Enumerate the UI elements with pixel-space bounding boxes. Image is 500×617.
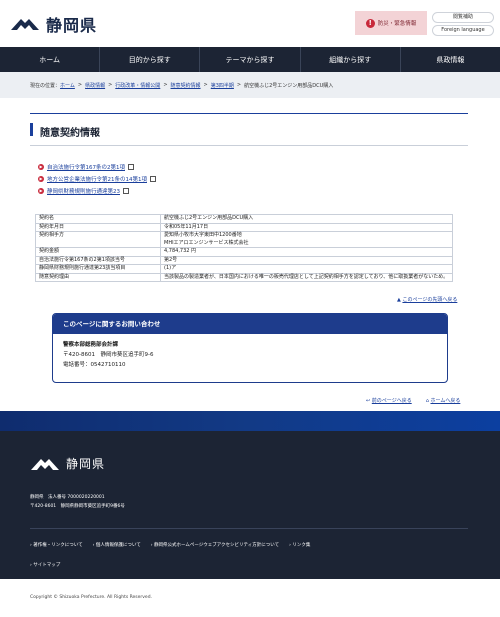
breadcrumb-link[interactable]: ホーム (60, 82, 75, 89)
contact-heading: このページに関するお問い合わせ (53, 314, 447, 334)
back-to-top-label: このページの先頭へ戻る (402, 297, 458, 303)
external-link-icon (150, 176, 156, 182)
table-row: 契約金額 4,784,732 円 (35, 247, 453, 257)
breadcrumb-link[interactable]: 随意契約情報 (171, 82, 201, 89)
accessibility-link[interactable]: 閲覧補助 (432, 12, 494, 23)
pdf-icon: ▶ (38, 164, 44, 170)
table-key: 契約相手方 (35, 231, 161, 248)
footer-link[interactable]: › 個人情報保護について (93, 542, 141, 548)
footer-address: 〒420-8601 静岡県静岡市葵区追手町9番6号 (30, 504, 125, 509)
table-key: 自治法施行令第167条の2第1項該当号 (35, 255, 161, 265)
mount-fuji-logo-icon (11, 19, 39, 30)
footer-link[interactable]: › サイトマップ (30, 563, 60, 568)
breadcrumb-link[interactable]: 第3四半期 (211, 82, 234, 89)
footer-link[interactable]: › 著作権・リンクについて (30, 542, 83, 548)
table-value: 令和05年11月17日 (160, 222, 453, 232)
return-icon: ↩ (366, 398, 371, 404)
external-link-icon (123, 188, 129, 194)
home-link[interactable]: ⌂ ホームへ戻る (426, 397, 461, 404)
table-key: 契約金額 (35, 247, 161, 257)
disaster-label: 防災・緊急情報 (377, 21, 417, 27)
foreign-language-link[interactable]: Foreign language (432, 25, 494, 36)
table-value: 当該製品の製造業者が、日本国内における唯一の販売代理店として上記契約相手方を認定… (160, 272, 453, 282)
footer-link[interactable]: › 静岡県公式ホームページウェブアクセシビリティ方針について (151, 542, 279, 548)
contact-address: 〒420-8601 静岡市葵区追手町9-6 (63, 352, 154, 358)
table-key: 静岡県財務規則施行通達第23該当項目 (35, 264, 161, 274)
breadcrumb-link[interactable]: 行政改革・情報公開 (115, 82, 160, 89)
prev-page-label: 前のページへ戻る (371, 398, 412, 404)
law-link[interactable]: ▶ 静岡県財務規則施行通達第23 (38, 187, 129, 195)
table-key: 契約名 (35, 214, 161, 224)
breadcrumb: 現在の位置： ホーム > 県政情報 > 行政改革・情報公開 > 随意契約情報 > 第3四… (0, 72, 500, 98)
table-row: 契約年月日 令和05年11月17日 (35, 222, 453, 232)
footer-logo: 静岡県 (30, 455, 105, 472)
footer-corp-number: 静岡県 法人番号 7000020220001 (30, 495, 105, 500)
contract-table: 契約名 航空機ふじ2号エンジン用部品DCU購入 契約年月日 令和05年11月17日 … (35, 214, 453, 282)
contact-department: 警察本部総務部会計課 (63, 342, 119, 348)
footer-site-name: 静岡県 (66, 457, 106, 471)
footer-links-row: › 著作権・リンクについて › 個人情報保護について › 静岡県公式ホームページ… (30, 542, 310, 548)
home-label: ホームへ戻る (430, 398, 461, 404)
nav-theme[interactable]: テーマから探す (200, 47, 301, 72)
pdf-icon: ▶ (38, 176, 44, 182)
footer-links-row: › サイトマップ (30, 551, 60, 570)
law-link-label: 地方公営企業法施行令第21条の14第1項 (47, 177, 147, 183)
table-row: 静岡県財務規則施行通達第23該当項目 (1)ア (35, 264, 453, 274)
back-to-top-link[interactable]: ▲ このページの先頭へ戻る (397, 296, 457, 303)
nav-purpose[interactable]: 目的から探す (100, 47, 201, 72)
table-row: 随意契約理由 当該製品の製造業者が、日本国内における唯一の販売代理店として上記契約… (35, 272, 453, 282)
footer-divider (30, 528, 468, 529)
home-icon: ⌂ (425, 398, 429, 404)
table-key: 随意契約理由 (35, 272, 161, 282)
law-link-label: 自治法施行令第167条の2第1項 (47, 165, 125, 171)
mount-fuji-logo-icon (31, 458, 59, 470)
table-value: (1)ア (160, 264, 453, 274)
table-row: 契約名 航空機ふじ2号エンジン用部品DCU購入 (35, 214, 453, 224)
law-link[interactable]: ▶ 地方公営企業法施行令第21条の14第1項 (38, 175, 156, 183)
warning-icon: ! (365, 18, 375, 28)
site-logo[interactable]: 静岡県 (10, 12, 97, 36)
breadcrumb-current: 航空機ふじ2号エンジン用部品DCU購入 (244, 82, 334, 89)
law-link-label: 静岡県財務規則施行通達第23 (47, 189, 120, 195)
copyright: Copyright © Shizuoka Prefecture. All Rig… (30, 595, 152, 600)
page-links: ↩ 前のページへ戻る ⌂ ホームへ戻る (366, 397, 460, 404)
nav-home[interactable]: ホーム (0, 47, 101, 72)
table-value: 愛知県小牧市大字東田中1200番地 MHIエアロエンジンサービス株式会社 (160, 231, 453, 248)
global-nav: ホーム 目的から探す テーマから探す 組織から探す 県政情報 (0, 47, 500, 72)
table-value: 航空機ふじ2号エンジン用部品DCU購入 (160, 214, 453, 224)
title-accent-bar (30, 123, 33, 136)
nav-organization[interactable]: 組織から探す (301, 47, 401, 72)
pdf-icon: ▶ (38, 188, 44, 194)
prev-page-link[interactable]: ↩ 前のページへ戻る (366, 397, 412, 404)
table-row: 自治法施行令第167条の2第1項該当号 第2号 (35, 255, 453, 265)
site-name: 静岡県 (46, 16, 98, 35)
page-title: 随意契約情報 (40, 128, 100, 139)
contact-box: このページに関するお問い合わせ 警察本部総務部会計課 〒420-8601 静岡市… (52, 313, 448, 383)
breadcrumb-label: 現在の位置： (30, 82, 61, 89)
table-key: 契約年月日 (35, 222, 161, 232)
contact-phone: 電話番号：0542710110 (63, 362, 126, 368)
breadcrumb-link[interactable]: 県政情報 (85, 82, 105, 89)
footer-link[interactable]: › リンク集 (289, 542, 310, 548)
external-link-icon (128, 164, 134, 170)
table-value: 4,784,732 円 (160, 247, 453, 257)
law-link[interactable]: ▶ 自治法施行令第167条の2第1項 (38, 163, 134, 171)
footer-band (0, 411, 500, 431)
disaster-info-button[interactable]: ! 防災・緊急情報 (355, 11, 427, 35)
table-row: 契約相手方 愛知県小牧市大字東田中1200番地 MHIエアロエンジンサービス株式会… (35, 231, 453, 248)
table-value: 第2号 (160, 255, 453, 265)
triangle-up-icon: ▲ (397, 297, 401, 303)
nav-prefectural-info[interactable]: 県政情報 (401, 47, 500, 72)
